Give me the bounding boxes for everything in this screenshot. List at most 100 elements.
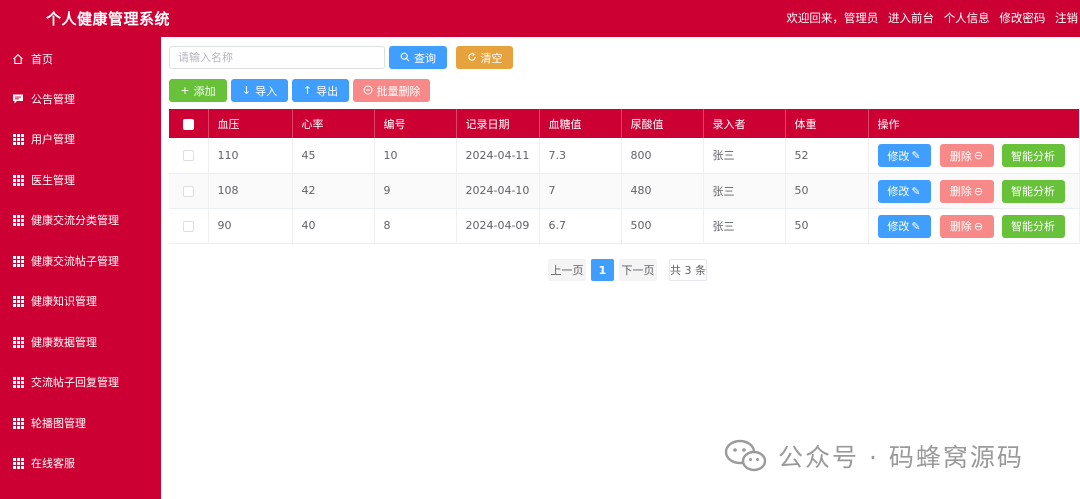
sidebar-item-label: 健康数据管理 [31, 336, 97, 349]
analyze-button[interactable]: 智能分析 [1001, 214, 1065, 238]
chat-icon [12, 93, 24, 105]
col-header: 血压 [208, 109, 293, 138]
table-row: 110 45 10 2024-04-11 7.3 800 张三 52 修改 ✎ 删… [169, 138, 1080, 174]
export-button[interactable]: ↑ 导出 [292, 79, 349, 102]
col-header: 编号 [374, 109, 457, 138]
cell-uric-acid: 500 [621, 208, 704, 244]
minus-circle-icon [363, 85, 373, 97]
grid-icon [12, 417, 24, 429]
minus-circle-icon: ⊖ [973, 149, 984, 162]
next-page-button[interactable]: 下一页 [619, 259, 657, 281]
edit-icon: ✎ [911, 184, 921, 198]
row-checkbox[interactable] [169, 173, 209, 209]
data-table: 血压 心率 编号 记录日期 血糖值 尿酸值 录入者 体重 操作 110 45 1… [169, 109, 1080, 244]
cell-blood-pressure: 110 [208, 138, 293, 174]
grid-icon [12, 376, 24, 388]
add-button[interactable]: + 添加 [169, 79, 227, 102]
batch-delete-button[interactable]: 批量删除 [353, 79, 430, 102]
cell-id: 10 [374, 138, 457, 174]
edit-button[interactable]: 修改 ✎ [877, 144, 931, 167]
col-header: 血糖值 [539, 109, 622, 138]
cell-uric-acid: 800 [621, 138, 704, 174]
cell-weight: 50 [785, 208, 869, 244]
row-checkbox[interactable] [169, 138, 209, 174]
cell-blood-sugar: 7 [539, 173, 622, 209]
sidebar-item-label: 健康知识管理 [31, 295, 97, 308]
cell-id: 8 [374, 208, 457, 244]
col-header: 体重 [785, 109, 869, 138]
edit-icon: ✎ [911, 219, 921, 233]
cell-uric-acid: 480 [621, 173, 704, 209]
analyze-button[interactable]: 智能分析 [1001, 179, 1065, 203]
import-button[interactable]: ↓ 导入 [231, 79, 288, 102]
clear-button[interactable]: 清空 [456, 46, 513, 69]
sidebar-item-carousel[interactable]: 轮播图管理 [0, 403, 161, 443]
page-number-current[interactable]: 1 [591, 259, 614, 281]
grid-icon [12, 133, 24, 145]
col-header: 心率 [292, 109, 375, 138]
main-content: 查询 清空 + 添加 ↓ 导入 ↑ 导出 批量删除 血压 心率 编号 [161, 37, 1080, 499]
col-header: 尿酸值 [621, 109, 704, 138]
col-header: 操作 [868, 109, 1079, 138]
sidebar-item-label: 公告管理 [31, 93, 75, 106]
refresh-icon [467, 52, 477, 64]
sidebar-item-health-knowledge[interactable]: 健康知识管理 [0, 281, 161, 321]
cell-blood-pressure: 90 [208, 208, 293, 244]
sidebar-item-doctors[interactable]: 医生管理 [0, 160, 161, 200]
sidebar-item-notice[interactable]: 公告管理 [0, 79, 161, 119]
link-profile[interactable]: 个人信息 [944, 11, 990, 25]
cell-heart-rate: 40 [292, 208, 375, 244]
link-logout[interactable]: 注销 [1055, 11, 1078, 25]
search-input[interactable] [169, 46, 385, 69]
delete-button[interactable]: 删除 ⊖ [939, 179, 994, 203]
arrow-down-icon: ↓ [241, 84, 252, 97]
cell-date: 2024-04-10 [456, 173, 540, 209]
grid-icon [12, 214, 24, 226]
prev-page-button[interactable]: 上一页 [548, 259, 586, 281]
minus-circle-icon: ⊖ [973, 219, 984, 233]
wechat-icon [724, 438, 768, 474]
row-checkbox[interactable] [169, 208, 209, 244]
cell-weight: 52 [785, 138, 869, 174]
welcome-text: 欢迎回来，管理员 [786, 11, 879, 25]
sidebar-item-users[interactable]: 用户管理 [0, 119, 161, 159]
sidebar-item-health-data[interactable]: 健康数据管理 [0, 322, 161, 362]
cell-blood-pressure: 108 [208, 173, 293, 209]
cell-heart-rate: 42 [292, 173, 375, 209]
col-header: 录入者 [703, 109, 786, 138]
sidebar-item-label: 交流帖子回复管理 [31, 376, 119, 389]
header-links: 欢迎回来，管理员 进入前台 个人信息 修改密码 注销 [786, 10, 1078, 26]
cell-recorder: 张三 [703, 208, 786, 244]
sidebar-item-forum-categories[interactable]: 健康交流分类管理 [0, 200, 161, 240]
cell-blood-sugar: 7.3 [539, 138, 622, 174]
watermark-text: 公众号 · 码蜂窝源码 [778, 443, 1024, 472]
app-title: 个人健康管理系统 [46, 10, 171, 28]
sidebar-item-label: 首页 [31, 53, 53, 66]
sidebar-item-label: 用户管理 [31, 133, 75, 146]
edit-button[interactable]: 修改 ✎ [877, 214, 931, 238]
select-all-checkbox[interactable] [169, 109, 209, 138]
search-icon [400, 52, 410, 64]
cell-date: 2024-04-09 [456, 208, 540, 244]
delete-button[interactable]: 删除 ⊖ [939, 144, 994, 167]
sidebar-item-post-replies[interactable]: 交流帖子回复管理 [0, 362, 161, 402]
edit-button[interactable]: 修改 ✎ [877, 179, 931, 203]
grid-icon [12, 336, 24, 348]
sidebar-item-online-service[interactable]: 在线客服 [0, 443, 161, 483]
analyze-button[interactable]: 智能分析 [1001, 144, 1065, 167]
top-bar: 个人健康管理系统 欢迎回来，管理员 进入前台 个人信息 修改密码 注销 [0, 0, 1080, 37]
sidebar-item-label: 轮播图管理 [31, 417, 86, 430]
link-change-password[interactable]: 修改密码 [999, 11, 1045, 25]
sidebar: 首页 公告管理 用户管理 医生管理 健康交流分类管理 健康交流帖子管理 健康知识… [0, 37, 161, 499]
sidebar-item-forum-posts[interactable]: 健康交流帖子管理 [0, 241, 161, 281]
sidebar-item-home[interactable]: 首页 [0, 39, 161, 79]
plus-icon: + [180, 84, 190, 97]
grid-icon [12, 457, 24, 469]
delete-button[interactable]: 删除 ⊖ [939, 214, 994, 238]
watermark: 公众号 · 码蜂窝源码 [724, 438, 1024, 474]
sidebar-item-label: 在线客服 [31, 457, 75, 470]
link-frontend[interactable]: 进入前台 [888, 11, 934, 25]
query-button[interactable]: 查询 [389, 46, 447, 69]
edit-icon: ✎ [911, 149, 921, 162]
sidebar-item-label: 健康交流分类管理 [31, 214, 119, 227]
